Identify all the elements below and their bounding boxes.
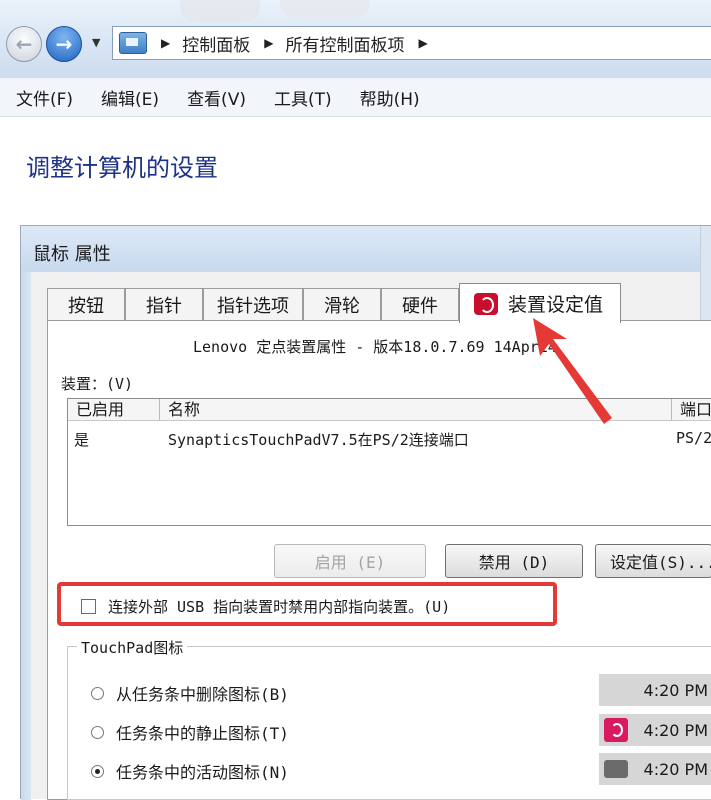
- cell-port: PS/2: [676, 429, 711, 447]
- device-list[interactable]: 已启用 名称 端口 是 SynapticsTouchPadV7.5在PS/2连接…: [67, 398, 711, 526]
- preview-clock: 4:20 PM: [643, 720, 708, 740]
- tab-wheel[interactable]: 滑轮: [303, 288, 381, 320]
- tab-buttons[interactable]: 按钮: [47, 288, 125, 320]
- address-bar-area: ← → ▼ ▶ 控制面板 ▶ 所有控制面板项 ▶: [0, 0, 711, 78]
- tab-hardware[interactable]: 硬件: [381, 288, 459, 320]
- breadcrumb-all-items[interactable]: 所有控制面板项: [285, 31, 404, 56]
- preview-taskbar-active: 4:20 PM: [599, 753, 711, 785]
- background-blur: [280, 0, 370, 18]
- touchpad-group-title: TouchPad图标: [77, 637, 188, 658]
- radio-button[interactable]: [91, 764, 104, 778]
- disable-button[interactable]: 禁用 (D): [445, 544, 583, 578]
- back-arrow-icon: ←: [15, 32, 33, 56]
- tab-pointer-options[interactable]: 指针选项: [203, 288, 303, 320]
- tab-pointers[interactable]: 指针: [125, 288, 203, 320]
- version-header: Lenovo 定点装置属性 - 版本18.0.7.69 14Apr14: [193, 338, 557, 356]
- cell-name: SynapticsTouchPadV7.5在PS/2连接端口: [168, 431, 469, 449]
- breadcrumb-control-panel[interactable]: 控制面板: [182, 31, 250, 56]
- radio-label: 从任务条中删除图标(B): [116, 685, 289, 704]
- tab-device-settings[interactable]: 装置设定值: [459, 283, 621, 323]
- forward-arrow-icon: →: [55, 32, 73, 56]
- radio-button[interactable]: [91, 686, 104, 700]
- radio-active-icon[interactable]: 任务条中的活动图标(N): [91, 759, 289, 783]
- radio-remove-icon[interactable]: 从任务条中删除图标(B): [91, 681, 289, 705]
- menu-file[interactable]: 文件(F): [16, 85, 73, 110]
- breadcrumb-separator-icon[interactable]: ▶: [264, 36, 273, 50]
- radio-label: 任务条中的静止图标(T): [116, 724, 289, 743]
- back-button[interactable]: ←: [6, 26, 42, 62]
- control-panel-icon: [119, 32, 147, 54]
- background-blur: [180, 0, 260, 22]
- settings-button[interactable]: 设定值(S)...: [595, 544, 711, 578]
- lenovo-icon: [474, 292, 498, 315]
- menu-edit[interactable]: 编辑(E): [101, 85, 159, 110]
- mouse-properties-dialog: 鼠标 属性 按钮 指针 指针选项 滑轮 硬件 装置设定值 Lenovo 定点装置…: [20, 225, 711, 800]
- radio-static-icon[interactable]: 任务条中的静止图标(T): [91, 720, 289, 744]
- breadcrumb-separator-icon[interactable]: ▶: [418, 36, 427, 50]
- enable-button[interactable]: 启用 (E): [274, 544, 426, 578]
- highlight-annotation: [57, 582, 557, 626]
- menu-bar: 文件(F) 编辑(E) 查看(V) 工具(T) 帮助(H): [0, 78, 711, 117]
- address-input[interactable]: ▶ 控制面板 ▶ 所有控制面板项 ▶: [112, 26, 711, 60]
- tab-device-settings-label: 装置设定值: [508, 294, 604, 316]
- preview-taskbar-static: 4:20 PM: [599, 714, 711, 746]
- menu-help[interactable]: 帮助(H): [360, 85, 420, 110]
- column-header-name[interactable]: 名称: [160, 399, 672, 421]
- touchpad-tray-icon: [604, 760, 628, 778]
- menu-tools[interactable]: 工具(T): [274, 85, 332, 110]
- dialog-title: 鼠标 属性: [33, 244, 111, 265]
- menu-view[interactable]: 查看(V): [187, 85, 246, 110]
- page-title: 调整计算机的设置: [26, 154, 218, 182]
- cell-enabled: 是: [74, 431, 90, 449]
- forward-button[interactable]: →: [46, 26, 82, 62]
- dialog-titlebar[interactable]: 鼠标 属性: [21, 226, 711, 272]
- column-header-port[interactable]: 端口: [672, 399, 711, 421]
- dialog-frame: [21, 272, 31, 800]
- column-header-enabled[interactable]: 已启用: [68, 399, 160, 421]
- recent-pages-dropdown[interactable]: ▼: [92, 36, 100, 49]
- breadcrumb-separator-icon[interactable]: ▶: [161, 36, 170, 50]
- preview-taskbar-none: 4:20 PM: [599, 674, 711, 706]
- preview-clock: 4:20 PM: [643, 680, 708, 700]
- devices-label: 装置：(V): [61, 375, 134, 393]
- radio-button[interactable]: [91, 725, 104, 739]
- preview-clock: 4:20 PM: [643, 759, 708, 779]
- radio-label: 任务条中的活动图标(N): [116, 763, 289, 782]
- lenovo-tray-icon: [604, 718, 628, 742]
